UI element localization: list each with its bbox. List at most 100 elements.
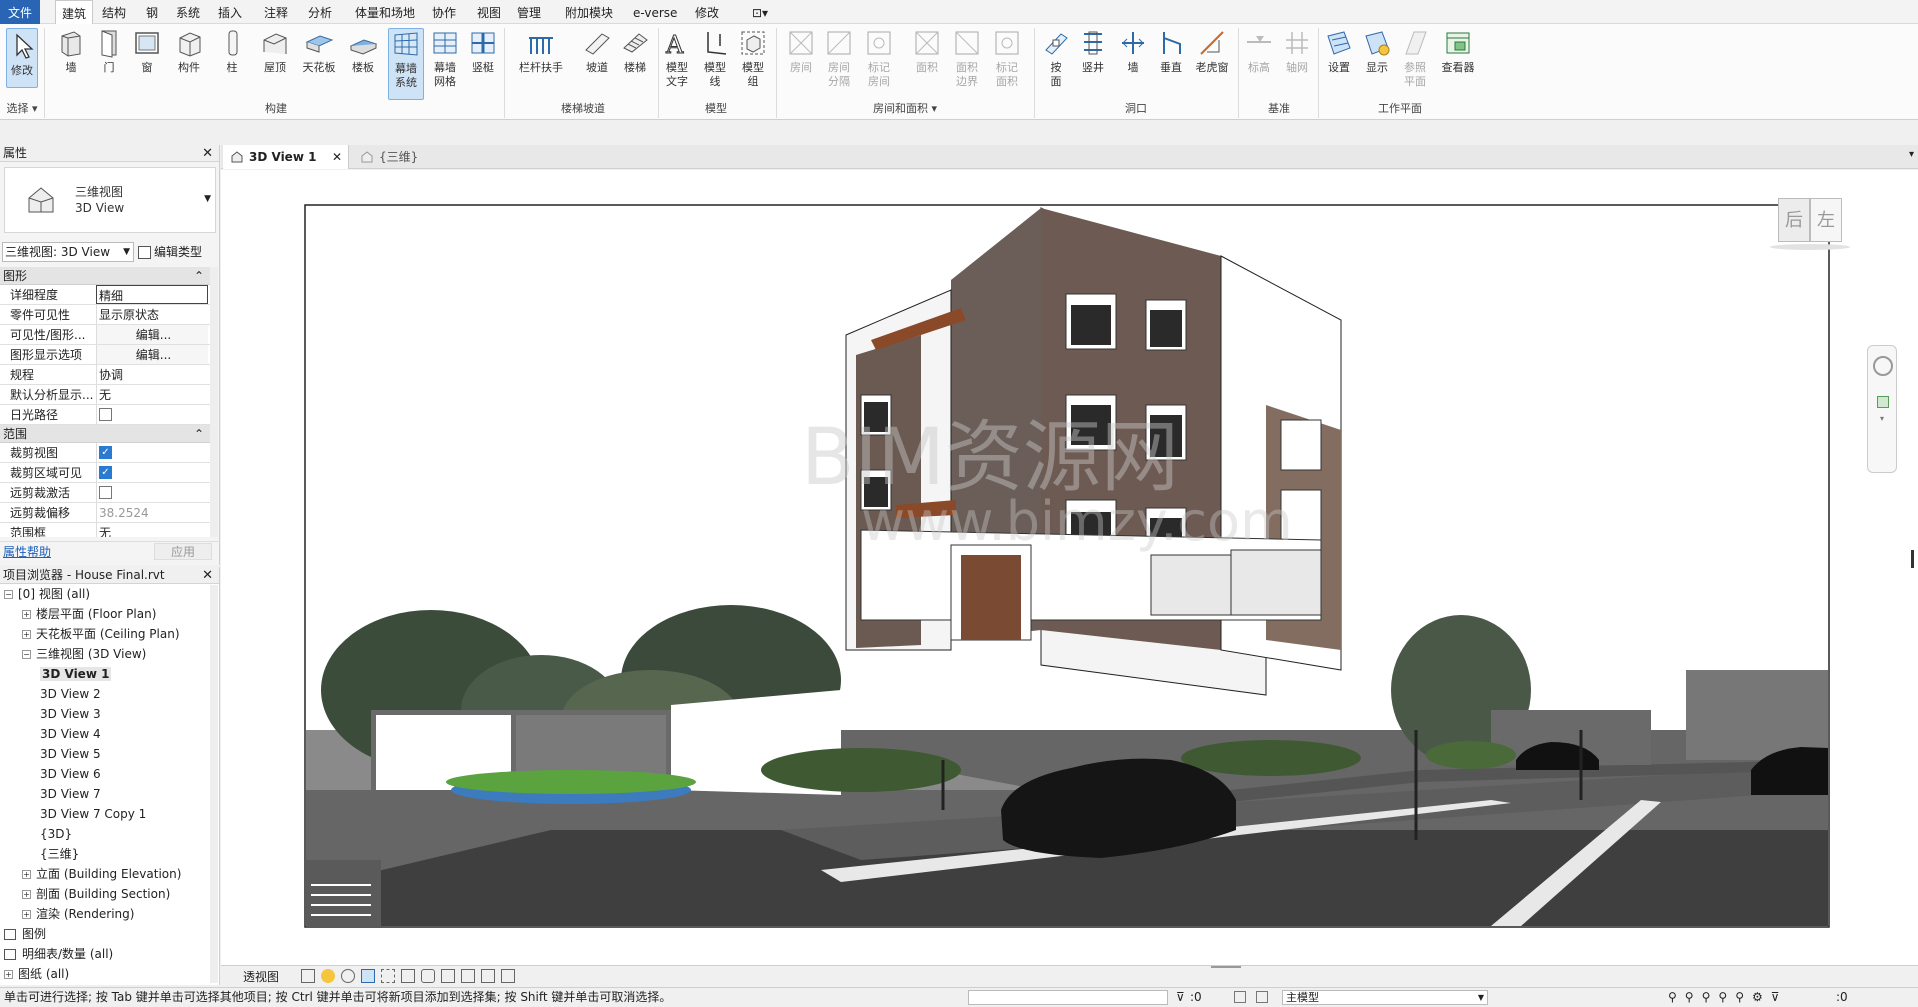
level-button[interactable]: 标高 xyxy=(1242,28,1276,75)
temporary-hide-icon[interactable] xyxy=(421,969,435,983)
properties-help-link[interactable]: 属性帮助 xyxy=(3,542,51,562)
door-button[interactable]: 门 xyxy=(94,28,124,75)
tabs-overflow-icon[interactable]: ▾ xyxy=(1909,149,1914,160)
property-section-header[interactable]: 图形 ⌃ xyxy=(0,267,210,285)
viewer-button[interactable]: 查看器 xyxy=(1440,28,1476,75)
menu-item-1[interactable]: 建筑 xyxy=(55,0,94,25)
properties-scrollbar[interactable] xyxy=(210,267,218,537)
menu-item-6[interactable]: 注释 xyxy=(262,0,288,24)
menu-item-2[interactable]: 结构 xyxy=(100,0,126,24)
property-value[interactable]: 协调 xyxy=(96,365,208,384)
browser-tree-item[interactable]: 3D View 4 xyxy=(40,725,101,743)
wall-button[interactable]: 墙 xyxy=(56,28,86,75)
design-options-icon[interactable] xyxy=(1256,991,1268,1003)
browser-tree-item[interactable]: 3D View 2 xyxy=(40,685,101,703)
browser-tree-item[interactable]: + 立面 (Building Elevation) xyxy=(22,865,181,883)
temporary-view-properties-icon[interactable] xyxy=(461,969,475,983)
browser-tree-item[interactable]: 3D View 7 xyxy=(40,785,101,803)
browser-tree-item[interactable]: {三维} xyxy=(40,845,79,863)
expand-icon[interactable]: + xyxy=(4,970,13,979)
menu-item-12[interactable]: 附加模块 xyxy=(563,0,613,24)
area-boundary-button[interactable]: 面积 边界 xyxy=(950,28,984,89)
analytical-model-icon[interactable] xyxy=(481,969,495,983)
property-value[interactable]: ✓ xyxy=(96,443,208,462)
window-button[interactable]: 窗 xyxy=(132,28,162,75)
model-text-button[interactable]: A 模型 文字 xyxy=(662,28,692,89)
close-properties-icon[interactable]: ✕ xyxy=(202,145,213,162)
canvas-scroll-indicator[interactable] xyxy=(1911,550,1914,568)
property-value[interactable] xyxy=(96,483,208,502)
ceiling-button[interactable]: 天花板 xyxy=(300,28,338,75)
scale-icon[interactable] xyxy=(301,969,315,983)
roof-button[interactable]: 屋顶 xyxy=(258,28,292,75)
area-button[interactable]: 面积 xyxy=(910,28,944,75)
menu-item-11[interactable]: 管理 xyxy=(515,0,541,24)
property-value[interactable]: 编辑... xyxy=(96,345,208,364)
background-processes-icon[interactable]: ⚙ xyxy=(1752,988,1763,1007)
column-button[interactable]: 柱 xyxy=(218,28,246,75)
menu-file[interactable]: 文件 xyxy=(0,0,41,24)
browser-tree-item[interactable]: + 楼层平面 (Floor Plan) xyxy=(22,605,156,623)
property-value[interactable]: ✓ xyxy=(96,463,208,482)
vertical-opening-button[interactable]: 垂直 xyxy=(1156,28,1186,75)
select-pinned-icon[interactable]: ⚲ xyxy=(1702,988,1711,1007)
browser-tree-item[interactable]: + 天花板平面 (Ceiling Plan) xyxy=(22,625,180,643)
ramp-button[interactable]: 坡道 xyxy=(580,28,614,75)
design-option-dropdown[interactable]: 主模型 ▼ xyxy=(1282,990,1488,1005)
ref-plane-button[interactable]: 参照 平面 xyxy=(1400,28,1430,89)
property-checkbox[interactable]: ✓ xyxy=(99,446,112,459)
reveal-hidden-icon[interactable] xyxy=(441,969,455,983)
collapse-icon[interactable]: − xyxy=(4,590,13,599)
viewcube-left-face[interactable]: 左 xyxy=(1810,198,1842,242)
editable-only-icon[interactable] xyxy=(1234,991,1246,1003)
viewcube[interactable]: 后 左 xyxy=(1770,198,1850,252)
tag-room-button[interactable]: 标记 房间 xyxy=(862,28,896,89)
tab-3d-view-1[interactable]: 3D View 1 ✕ xyxy=(223,145,349,169)
mullion-button[interactable]: 竖梃 xyxy=(468,28,498,75)
highlight-displacement-icon[interactable] xyxy=(501,969,515,983)
menu-item-9[interactable]: 协作 xyxy=(430,0,456,24)
view-mode-label[interactable]: 透视图 xyxy=(243,966,279,988)
browser-tree-item[interactable]: − 三维视图 (3D View) xyxy=(22,645,146,663)
model-group-button[interactable]: 模型 组 xyxy=(738,28,768,89)
component-button[interactable]: 构件 xyxy=(172,28,206,75)
lock-view-icon[interactable] xyxy=(401,969,415,983)
tab-3d-default[interactable]: {三维} xyxy=(353,145,453,169)
expand-icon[interactable]: + xyxy=(22,910,31,919)
splitter-grip[interactable] xyxy=(1211,966,1241,972)
crop-view-icon[interactable] xyxy=(361,969,375,983)
property-value[interactable] xyxy=(96,405,208,424)
shadows-icon[interactable] xyxy=(341,969,355,983)
close-browser-icon[interactable]: ✕ xyxy=(202,567,213,584)
browser-tree-item[interactable]: 图例 xyxy=(4,925,46,943)
browser-tree-item[interactable]: 3D View 6 xyxy=(40,765,101,783)
property-value[interactable]: 精细 xyxy=(96,285,208,304)
browser-scrollbar[interactable] xyxy=(210,585,218,983)
menu-item-5[interactable]: 插入 xyxy=(216,0,242,24)
select-group[interactable]: 选择 ▾ xyxy=(2,100,42,118)
menu-item-14[interactable]: 修改 xyxy=(693,0,719,24)
menu-item-13[interactable]: e-verse xyxy=(631,0,677,24)
browser-tree-item[interactable]: 3D View 5 xyxy=(40,745,101,763)
property-checkbox[interactable] xyxy=(99,408,112,421)
property-value[interactable]: 显示原状态 xyxy=(96,305,208,324)
workset-dropdown[interactable] xyxy=(968,990,1168,1005)
instance-selector[interactable]: 三维视图: 3D View ▼ xyxy=(2,242,134,262)
menu-item-3[interactable]: 钢 xyxy=(144,0,158,24)
filter-icon[interactable]: ⊽ xyxy=(1771,988,1780,1007)
ribbon-options-icon[interactable]: ⊡▾ xyxy=(752,0,768,24)
browser-tree-item[interactable]: + 剖面 (Building Section) xyxy=(22,885,170,903)
collapse-icon[interactable]: ⌃ xyxy=(194,425,204,443)
floor-button[interactable]: 楼板 xyxy=(346,28,380,75)
expand-icon[interactable]: + xyxy=(22,870,31,879)
browser-tree-item[interactable]: 3D View 3 xyxy=(40,705,101,723)
room-button[interactable]: 房间 xyxy=(784,28,818,75)
property-value[interactable]: 无 xyxy=(96,385,208,404)
browser-tree-item[interactable]: 明细表/数量 (all) xyxy=(4,945,113,963)
property-value[interactable]: 编辑... xyxy=(96,325,208,344)
grid-button[interactable]: 轴网 xyxy=(1280,28,1314,75)
select-links-icon[interactable]: ⚲ xyxy=(1668,988,1677,1007)
expand-icon[interactable]: + xyxy=(22,610,31,619)
menu-item-4[interactable]: 系统 xyxy=(174,0,200,24)
browser-tree-item[interactable]: 3D View 1 xyxy=(40,665,112,683)
